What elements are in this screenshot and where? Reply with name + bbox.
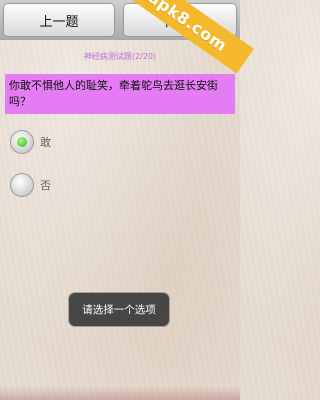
quiz-progress-title: 神经病测试题(2/20) [83,52,157,61]
radio-dot-icon [17,137,27,147]
bottom-decoration [0,386,240,400]
option-yes[interactable]: 敢 [10,130,51,154]
option-no[interactable]: 否 [10,173,51,197]
toast-message: 请选择一个选项 [69,293,169,326]
radio-selected-icon[interactable] [10,130,34,154]
option-label: 否 [40,179,51,192]
question-text: 你敢不惧他人的耻笑，牵着鸵鸟去逛长安街吗？ [5,74,235,114]
prev-question-button[interactable]: 上一题 [3,3,115,37]
option-label: 敢 [40,136,51,149]
radio-unselected-icon[interactable] [10,173,34,197]
